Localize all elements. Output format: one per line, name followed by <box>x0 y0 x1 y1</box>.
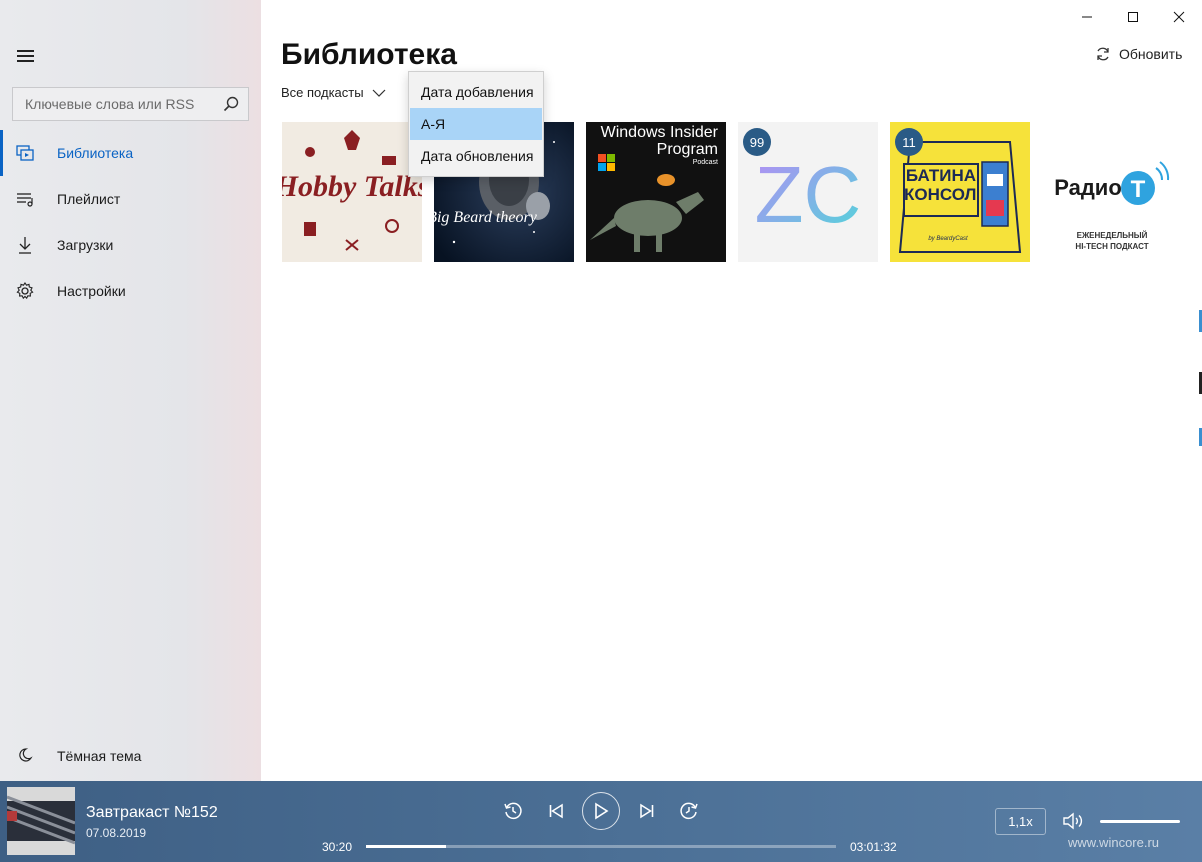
podcast-tile-label: Hobby Talks <box>282 170 422 203</box>
playback-progress-slider[interactable] <box>366 845 836 848</box>
sidebar-item-label: Настройки <box>57 283 126 299</box>
podcast-tile-label: ZC <box>755 150 862 239</box>
minimize-button[interactable] <box>1064 0 1110 34</box>
hobby-talks-cover: Hobby Talks <box>282 122 422 262</box>
dark-theme-label: Тёмная тема <box>57 748 142 764</box>
maximize-button[interactable] <box>1110 0 1156 34</box>
play-button[interactable] <box>582 792 620 830</box>
time-total: 03:01:32 <box>850 840 897 854</box>
sort-option-date-added[interactable]: Дата добавления <box>410 76 542 108</box>
player-bar: Завтракаст №152 07.08.2019 30:20 03:01:3… <box>0 781 1202 862</box>
episode-date: 07.08.2019 <box>86 826 147 840</box>
maximize-icon <box>1128 12 1138 22</box>
sidebar-item-label: Плейлист <box>57 191 121 207</box>
refresh-button[interactable]: Обновить <box>1095 46 1182 62</box>
rewind-button[interactable] <box>501 799 525 823</box>
podcast-tile-radio-t[interactable]: Радио T ЕЖЕНЕДЕЛЬНЫЙ HI-TECH ПОДКАСТ <box>1042 122 1182 262</box>
search-input[interactable] <box>13 88 213 120</box>
unplayed-count-badge: 11 <box>895 128 923 156</box>
podcast-tile-label: Радио <box>1054 175 1122 200</box>
time-elapsed: 30:20 <box>322 840 353 854</box>
episode-cover[interactable] <box>7 787 75 855</box>
podcast-tile-label: БАТИНА КОНСОЛЬ <box>904 166 978 204</box>
sidebar-item-downloads[interactable]: Загрузки <box>0 222 261 268</box>
podcast-tile-label: Big Beard theory <box>434 209 538 226</box>
dark-theme-toggle[interactable]: Тёмная тема <box>0 741 261 771</box>
podcast-tile-credit: by BeardyCast <box>928 236 968 242</box>
play-icon <box>595 802 609 820</box>
volume-icon[interactable] <box>1062 811 1084 831</box>
playback-progress-fill <box>366 845 446 848</box>
search-icon[interactable] <box>222 95 240 113</box>
episode-title: Завтракаст №152 <box>86 804 218 821</box>
hamburger-menu-icon[interactable] <box>17 50 34 62</box>
podcast-tile-hobby-talks[interactable]: Hobby Talks <box>282 122 422 262</box>
radio-t-cover: Радио T ЕЖЕНЕДЕЛЬНЫЙ HI-TECH ПОДКАСТ <box>1042 122 1182 262</box>
sort-option-a-z[interactable]: А-Я <box>410 108 542 140</box>
rewind-icon <box>504 802 522 820</box>
podcast-tile-windows-insider[interactable]: Windows Insider Program Podcast <box>586 122 726 262</box>
minimize-icon <box>1082 16 1092 18</box>
page-title: Библиотека <box>281 38 457 71</box>
sort-option-date-updated[interactable]: Дата обновления <box>410 140 542 172</box>
radio-t-logo-letter: T <box>1131 176 1146 203</box>
gear-icon <box>16 282 34 300</box>
close-icon <box>1173 11 1185 23</box>
moon-icon <box>19 748 33 762</box>
next-button[interactable] <box>635 799 659 823</box>
windows-insider-cover: Windows Insider Program Podcast <box>586 122 726 262</box>
playback-speed-button[interactable]: 1,1x <box>995 808 1046 835</box>
refresh-label: Обновить <box>1119 46 1183 62</box>
podcast-tile-zc[interactable]: ZC 99 <box>738 122 878 262</box>
sidebar-item-library[interactable]: Библиотека <box>0 130 261 176</box>
watermark-text: www.wincore.ru <box>1068 835 1160 850</box>
episode-cover-art <box>7 787 75 855</box>
search-box <box>12 87 249 121</box>
sidebar-item-label: Библиотека <box>57 145 134 161</box>
sidebar-item-label: Загрузки <box>57 237 114 253</box>
radio-t-tagline-line2: HI-TECH ПОДКАСТ <box>1075 242 1148 251</box>
podcast-tile-label: Windows Insider Program <box>600 124 718 158</box>
previous-button[interactable] <box>544 799 568 823</box>
next-icon <box>640 803 654 819</box>
refresh-icon <box>1097 47 1109 61</box>
chevron-down-icon <box>372 89 386 97</box>
sidebar: Библиотека Плейлист Загрузки <box>0 0 261 781</box>
podcast-filter-dropdown[interactable]: Все подкасты <box>281 85 386 100</box>
window-controls <box>1064 0 1202 34</box>
download-icon <box>19 237 31 254</box>
sidebar-nav: Библиотека Плейлист Загрузки Настройки <box>0 130 261 314</box>
fast-forward-button[interactable] <box>677 799 701 823</box>
filter-label: Все подкасты <box>281 85 364 100</box>
sidebar-item-playlist[interactable]: Плейлист <box>0 176 261 222</box>
volume-slider[interactable] <box>1100 820 1180 823</box>
sort-menu: Дата добавления А-Я Дата обновления <box>408 71 544 177</box>
previous-icon <box>549 803 563 819</box>
library-icon <box>16 145 34 161</box>
playlist-icon <box>17 193 33 207</box>
close-button[interactable] <box>1156 0 1202 34</box>
sidebar-item-settings[interactable]: Настройки <box>0 268 261 314</box>
podcast-tile-batina-konsol[interactable]: БАТИНА КОНСОЛЬ by BeardyCast 11 <box>890 122 1030 262</box>
radio-t-tagline-line1: ЕЖЕНЕДЕЛЬНЫЙ <box>1077 231 1148 240</box>
fast-forward-icon <box>680 802 698 820</box>
unplayed-count-badge: 99 <box>743 128 771 156</box>
